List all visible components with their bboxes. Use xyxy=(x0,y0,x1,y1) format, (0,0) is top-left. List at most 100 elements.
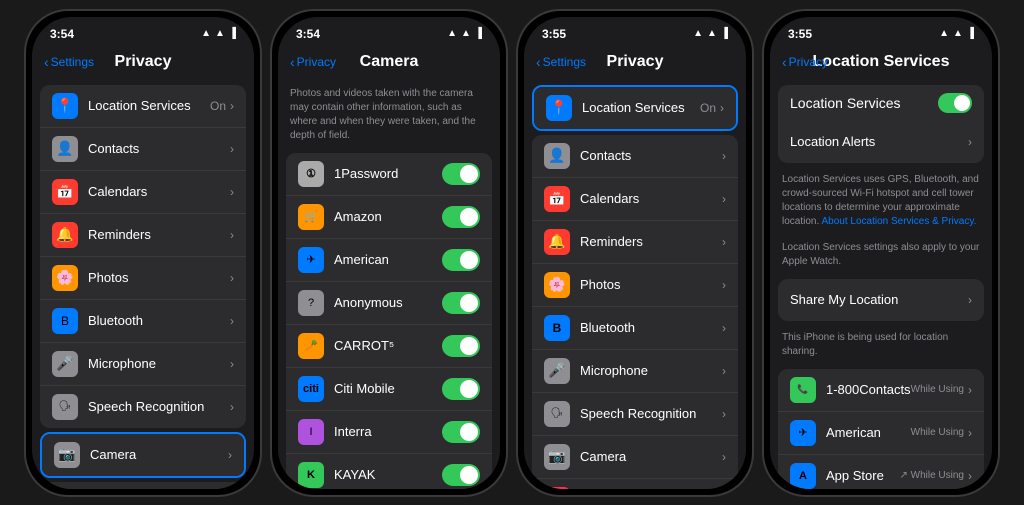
back-label-3[interactable]: Settings xyxy=(543,55,586,69)
contacts-label: Contacts xyxy=(88,141,230,156)
back-button-3[interactable]: ‹ Settings xyxy=(536,54,586,70)
toggle-american[interactable] xyxy=(442,249,480,271)
list-item[interactable]: ❤️ Health › xyxy=(532,479,738,489)
share-label: Share My Location xyxy=(790,292,968,307)
list-item[interactable]: 🎤 Microphone › xyxy=(532,350,738,393)
list-item[interactable]: 📅 Calendars › xyxy=(532,178,738,221)
status-bar-4: 3:55 ▲ ▲ ▐ xyxy=(770,17,992,45)
speech-icon: 🗣 xyxy=(544,401,570,427)
back-button-4[interactable]: ‹ Privacy xyxy=(782,54,828,70)
list-item[interactable]: B Bluetooth › xyxy=(532,307,738,350)
location-desc: Location Services uses GPS, Bluetooth, a… xyxy=(770,167,992,235)
chevron-icon: › xyxy=(722,364,726,378)
time-2: 3:54 xyxy=(296,27,320,41)
list-item[interactable]: 🥕 CARROT⁵ xyxy=(286,325,492,368)
app-icon: citi xyxy=(298,376,324,402)
camera-label: Camera xyxy=(90,447,228,462)
battery-icon: ▐ xyxy=(475,28,482,39)
list-item[interactable]: 🌸 Photos › xyxy=(532,264,738,307)
health-icon: ❤️ xyxy=(544,487,570,489)
list-item[interactable]: 🗣 Speech Recognition › xyxy=(40,386,246,428)
back-label-4[interactable]: Privacy xyxy=(789,55,828,69)
camera-icon: 📷 xyxy=(544,444,570,470)
list-item[interactable]: 📷 Camera › xyxy=(532,436,738,479)
toggle-carrot[interactable] xyxy=(442,335,480,357)
list-item[interactable]: B Bluetooth › xyxy=(40,300,246,343)
list-item[interactable]: 🎤 Microphone › xyxy=(40,343,246,386)
location-item[interactable]: 📍 Location Services On › xyxy=(534,87,736,129)
back-label-2[interactable]: Privacy xyxy=(297,55,336,69)
back-button-1[interactable]: ‹ Settings xyxy=(44,54,94,70)
chevron-icon: › xyxy=(968,383,972,397)
signal-icon: ▲ xyxy=(939,28,949,39)
list-item[interactable]: 📞 1-800Contacts While Using › xyxy=(778,369,984,412)
location-alerts-item[interactable]: Location Alerts › xyxy=(778,121,984,163)
about-link[interactable]: About Location Services & Privacy. xyxy=(821,216,976,227)
list-item[interactable]: 📅 Calendars › xyxy=(40,171,246,214)
app-icon: K xyxy=(298,462,324,488)
list-item[interactable]: 🌸 Photos › xyxy=(40,257,246,300)
chevron-icon: › xyxy=(722,321,726,335)
chevron-icon: › xyxy=(230,357,234,371)
list-item[interactable]: ❤️ Health › xyxy=(40,482,246,489)
toggle-amazon[interactable] xyxy=(442,206,480,228)
location-services-toggle[interactable] xyxy=(938,93,972,113)
bluetooth-label: Bluetooth xyxy=(88,313,230,328)
list-item[interactable]: 👤 Contacts › xyxy=(40,128,246,171)
app-label: Anonymous xyxy=(334,295,442,310)
location-services-row[interactable]: Location Services xyxy=(778,85,984,121)
list-item[interactable]: 📍 Location Services On › xyxy=(40,85,246,128)
list-item[interactable]: ✈ American xyxy=(286,239,492,282)
chevron-icon: › xyxy=(228,448,232,462)
app-icon: ① xyxy=(298,161,324,187)
list-section-3: 👤 Contacts › 📅 Calendars › 🔔 Reminders › xyxy=(532,135,738,489)
list-item[interactable]: ? Anonymous xyxy=(286,282,492,325)
list-item[interactable]: 👤 Contacts › xyxy=(532,135,738,178)
toggle-anonymous[interactable] xyxy=(442,292,480,314)
location-services-label: Location Services xyxy=(790,95,930,111)
bluetooth-icon: B xyxy=(52,308,78,334)
list-item[interactable]: ① 1Password xyxy=(286,153,492,196)
app-label: 1-800Contacts xyxy=(826,382,911,397)
apple-watch-desc: Location Services settings also apply to… xyxy=(770,235,992,275)
nav-title-1: Privacy xyxy=(115,53,172,71)
chevron-icon: › xyxy=(722,407,726,421)
camera-item[interactable]: 📷 Camera › xyxy=(42,434,244,476)
list-item[interactable]: 🔔 Reminders › xyxy=(40,214,246,257)
list-item[interactable]: I Interra xyxy=(286,411,492,454)
toggle-kayak[interactable] xyxy=(442,464,480,486)
list-item[interactable]: 🗣 Speech Recognition › xyxy=(532,393,738,436)
reminders-icon: 🔔 xyxy=(544,229,570,255)
wifi-icon: ▲ xyxy=(707,28,717,39)
back-button-2[interactable]: ‹ Privacy xyxy=(290,54,336,70)
list-item[interactable]: 🛒 Amazon xyxy=(286,196,492,239)
back-label-1[interactable]: Settings xyxy=(51,55,94,69)
toggle-1password[interactable] xyxy=(442,163,480,185)
status-bar-3: 3:55 ▲ ▲ ▐ xyxy=(524,17,746,45)
list-item[interactable]: citi Citi Mobile xyxy=(286,368,492,411)
chevron-icon: › xyxy=(722,450,726,464)
wifi-icon: ▲ xyxy=(953,28,963,39)
apps-list-section: 📞 1-800Contacts While Using › ✈ American… xyxy=(778,369,984,489)
status-bar-1: 3:54 ▲ ▲ ▐ xyxy=(32,17,254,45)
nav-title-2: Camera xyxy=(360,53,419,71)
highlighted-location-row[interactable]: 📍 Location Services On › xyxy=(532,85,738,131)
contacts-icon: 👤 xyxy=(52,136,78,162)
battery-icon: ▐ xyxy=(967,28,974,39)
list-item[interactable]: ✈ American While Using › xyxy=(778,412,984,455)
share-location-item[interactable]: Share My Location › xyxy=(778,279,984,321)
highlighted-camera-row[interactable]: 📷 Camera › xyxy=(40,432,246,478)
toggle-citi[interactable] xyxy=(442,378,480,400)
phone-2: 3:54 ▲ ▲ ▐ ‹ Privacy Camera Photos and v… xyxy=(270,9,508,497)
reminders-label: Reminders xyxy=(88,227,230,242)
app-value: While Using xyxy=(911,384,964,395)
list-item[interactable]: K KAYAK xyxy=(286,454,492,489)
photos-label: Photos xyxy=(580,277,722,292)
list-item[interactable]: A App Store ↗ While Using › xyxy=(778,455,984,489)
toggle-interra[interactable] xyxy=(442,421,480,443)
speech-icon: 🗣 xyxy=(52,394,78,420)
battery-icon: ▐ xyxy=(229,28,236,39)
microphone-label: Microphone xyxy=(88,356,230,371)
list-item[interactable]: 🔔 Reminders › xyxy=(532,221,738,264)
photos-icon: 🌸 xyxy=(544,272,570,298)
